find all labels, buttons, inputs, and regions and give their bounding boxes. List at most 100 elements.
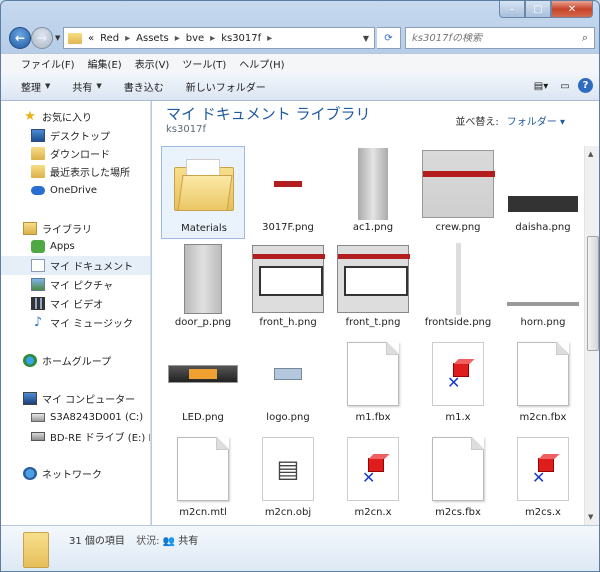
file-item[interactable]: crew.png [416, 146, 500, 239]
sidebar-item-downloads[interactable]: ダウンロード [1, 144, 150, 163]
refresh-button[interactable]: ⟳ [377, 27, 401, 49]
burn-button[interactable]: 書き込む [124, 79, 164, 94]
arrange-value[interactable]: フォルダー ▾ [507, 117, 565, 128]
file-item[interactable]: 3017F.png [246, 146, 330, 239]
menu-help[interactable]: ヘルプ(H) [239, 56, 284, 71]
vertical-scrollbar[interactable]: ▲ ▼ [584, 146, 599, 525]
sidebar-item-network[interactable]: ネットワーク [1, 464, 150, 483]
new-folder-button[interactable]: 新しいフォルダー [186, 79, 266, 94]
file-thumbnail [250, 243, 326, 315]
sidebar-item-desktop[interactable]: デスクトップ [1, 126, 150, 145]
sidebar-item-homegroup[interactable]: ホームグループ [1, 351, 150, 370]
sidebar-item-recent[interactable]: 最近表示した場所 [1, 162, 150, 181]
sidebar-item-libraries[interactable]: ライブラリ [1, 219, 150, 238]
maximize-button[interactable]: □ [525, 1, 551, 18]
file-item[interactable]: front_h.png [246, 241, 330, 334]
breadcrumb-separator-icon[interactable]: ▸ [267, 33, 272, 44]
file-item[interactable]: m2cs.fbx [416, 431, 500, 524]
file-item[interactable]: ac1.png [331, 146, 415, 239]
network-icon [23, 467, 37, 480]
file-name: logo.png [266, 412, 310, 423]
search-input[interactable] [412, 32, 576, 44]
search-icon[interactable]: ⌕ [576, 31, 594, 45]
preview-pane-icon[interactable]: ▭ [554, 77, 576, 95]
breadcrumb-assets[interactable]: Assets [136, 33, 169, 44]
file-item[interactable]: horn.png [501, 241, 585, 334]
menu-bar: ファイル(F) 編集(E) 表示(V) ツール(T) ヘルプ(H) [1, 53, 599, 72]
sidebar-item-label: 最近表示した場所 [50, 168, 130, 179]
breadcrumb-bve[interactable]: bve [186, 33, 204, 44]
toolbar-right: ▤▾ ▭ ? [528, 77, 593, 95]
menu-view[interactable]: 表示(V) [135, 56, 170, 71]
forward-button[interactable]: → [31, 27, 53, 49]
menu-file[interactable]: ファイル(F) [21, 56, 75, 71]
file-icon [517, 342, 569, 406]
breadcrumb-red[interactable]: Red [100, 33, 119, 44]
file-name: m2cs.fbx [435, 507, 481, 518]
library-subtitle: ks3017f [166, 124, 206, 135]
address-dropdown-icon[interactable]: ▼ [363, 34, 369, 43]
file-name: crew.png [435, 222, 481, 233]
star-icon: ★ [24, 109, 36, 124]
file-thumbnail: ▤ [250, 433, 326, 505]
file-name: front_t.png [345, 317, 401, 328]
file-item[interactable]: ▤ m2cn.obj [246, 431, 330, 524]
sidebar-item-videos[interactable]: マイ ビデオ [1, 294, 150, 313]
file-view: マイ ドキュメント ライブラリ ks3017f 並べ替え: フォルダー ▾ Mat… [152, 101, 599, 525]
apps-icon [31, 240, 45, 253]
file-name: horn.png [520, 317, 566, 328]
file-item[interactable]: m2cn.fbx [501, 336, 585, 429]
sidebar-item-music[interactable]: ♪ マイ ミュージック [1, 313, 150, 332]
breadcrumb-separator-icon[interactable]: ▸ [175, 33, 180, 44]
file-item[interactable]: door_p.png [161, 241, 245, 334]
file-item[interactable]: frontside.png [416, 241, 500, 334]
file-item[interactable]: ✕ m1.x [416, 336, 500, 429]
scroll-up-icon[interactable]: ▲ [588, 150, 593, 158]
file-item[interactable]: ✕ m2cn.x [331, 431, 415, 524]
pictures-icon [31, 278, 45, 291]
help-icon[interactable]: ? [578, 78, 593, 93]
scroll-down-icon[interactable]: ▼ [588, 513, 593, 521]
sidebar-item-drive-c[interactable]: S3A8243D001 (C:) [1, 408, 150, 427]
file-item[interactable]: m1.fbx [331, 336, 415, 429]
file-name: m2cn.x [354, 507, 392, 518]
breadcrumb-separator-icon[interactable]: ▸ [210, 33, 215, 44]
file-icon [177, 437, 229, 501]
search-box[interactable]: ⌕ [405, 27, 595, 49]
organize-button[interactable]: 整理 ▼ [21, 79, 50, 94]
sidebar-item-pictures[interactable]: マイ ピクチャ [1, 275, 150, 294]
file-item[interactable]: Materials [161, 146, 245, 239]
sidebar-item-computer[interactable]: マイ コンピューター [1, 389, 150, 408]
minimize-button[interactable]: – [499, 1, 525, 18]
scrollbar-thumb[interactable] [587, 236, 599, 351]
breadcrumb-ks3017f[interactable]: ks3017f [221, 33, 261, 44]
address-prefix[interactable]: « [88, 33, 94, 44]
sidebar-item-documents[interactable]: マイ ドキュメント [1, 256, 150, 275]
address-bar[interactable]: « Red ▸ Assets ▸ bve ▸ ks3017f ▸ ▼ [63, 27, 375, 49]
view-options-icon[interactable]: ▤▾ [530, 77, 552, 95]
sidebar-item-apps[interactable]: Apps [1, 237, 150, 256]
file-name: LED.png [182, 412, 224, 423]
back-button[interactable]: ← [9, 27, 31, 49]
file-item[interactable]: m2cn.mtl [161, 431, 245, 524]
file-name: m2cn.fbx [519, 412, 567, 423]
file-item[interactable]: LED.png [161, 336, 245, 429]
menu-edit[interactable]: 編集(E) [88, 56, 122, 71]
file-thumbnail [420, 148, 496, 220]
file-thumbnail [165, 338, 241, 410]
menu-tools[interactable]: ツール(T) [182, 56, 226, 71]
window-controls: – □ ✕ [499, 1, 593, 18]
share-button[interactable]: 共有 ▼ [72, 79, 101, 94]
close-button[interactable]: ✕ [551, 1, 593, 18]
sidebar-item-favorites[interactable]: ★ お気に入り [1, 107, 150, 126]
file-item[interactable]: front_t.png [331, 241, 415, 334]
sidebar-item-drive-e[interactable]: BD-RE ドライブ (E:) BI [1, 427, 150, 446]
chevron-down-icon: ▼ [96, 82, 102, 90]
breadcrumb-separator-icon[interactable]: ▸ [125, 33, 130, 44]
recent-pages-dropdown-icon[interactable]: ▼ [55, 34, 60, 42]
navigation-bar: ← → ▼ « Red ▸ Assets ▸ bve ▸ ks3017f ▸ ▼… [1, 23, 599, 53]
sidebar-item-onedrive[interactable]: OneDrive [1, 181, 150, 200]
file-item[interactable]: ✕ m2cs.x [501, 431, 585, 524]
file-item[interactable]: daisha.png [501, 146, 585, 239]
file-item[interactable]: logo.png [246, 336, 330, 429]
